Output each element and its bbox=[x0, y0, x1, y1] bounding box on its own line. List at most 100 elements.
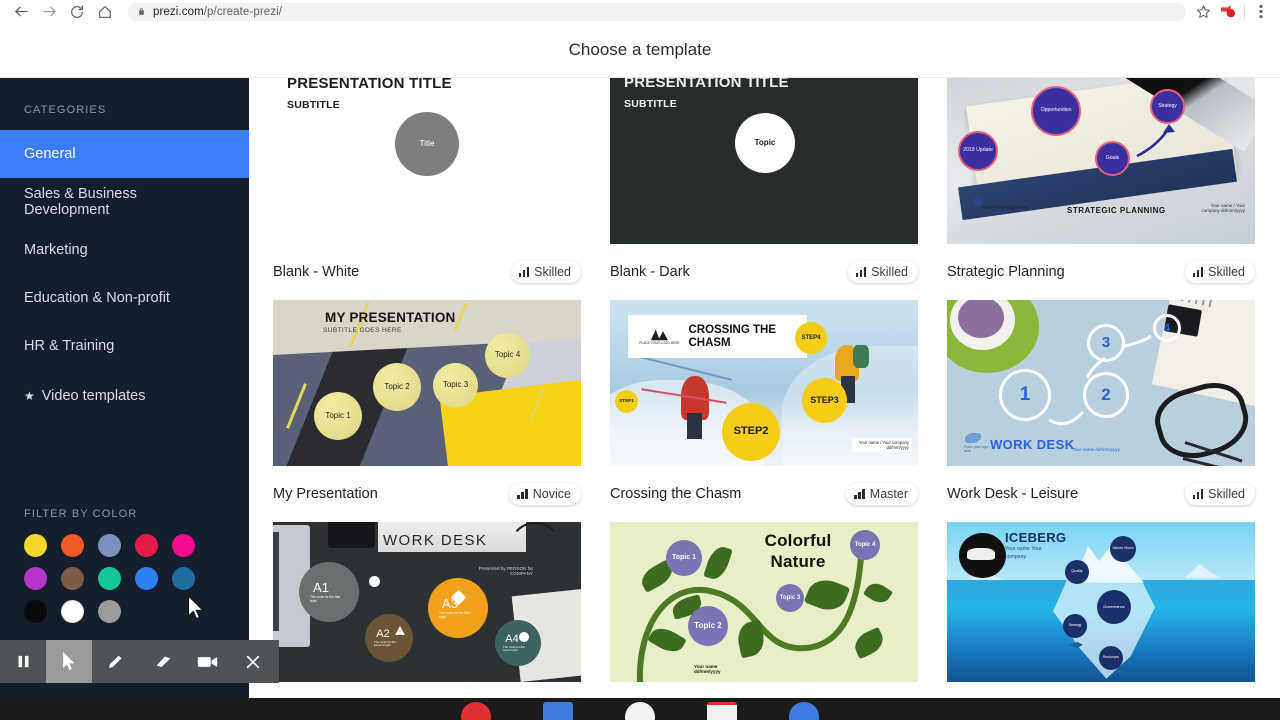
thumb-credit: Your name / Your company dd/mm/yyyy bbox=[852, 438, 912, 452]
app-icon-mail[interactable] bbox=[707, 702, 737, 720]
node-sub: The code for the second topic bbox=[374, 640, 396, 648]
sidebar: CATEGORIES General Sales & Business Deve… bbox=[0, 78, 249, 720]
address-bar[interactable]: prezi.com/p/create-prezi/ bbox=[128, 2, 1186, 21]
page-title: Choose a template bbox=[568, 40, 712, 59]
template-card[interactable]: PRESENTATION TITLE SUBTITLE Topic Blank … bbox=[610, 78, 918, 300]
scroll-gutter bbox=[1275, 78, 1280, 720]
logo-placeholder-icon bbox=[973, 196, 983, 206]
cursor-button[interactable] bbox=[46, 640, 92, 683]
template-card[interactable]: 2019 Update Opportunities Goals Strategy… bbox=[947, 78, 1255, 300]
url-path: /p/create-prezi/ bbox=[203, 5, 283, 18]
thumb-heading: PRESENTATION TITLE bbox=[287, 78, 452, 92]
thumb-heading: WORK DESK bbox=[383, 532, 488, 549]
os-taskbar bbox=[0, 698, 1280, 720]
color-swatch-crimson[interactable] bbox=[135, 534, 158, 557]
sidebar-item-education-nonprofit[interactable]: Education & Non-profit bbox=[0, 274, 249, 322]
reload-icon[interactable] bbox=[64, 1, 90, 23]
thumb-node: Topic 4 bbox=[850, 530, 880, 560]
skill-bars-icon bbox=[854, 489, 865, 499]
cursor-arrow-icon bbox=[62, 652, 74, 670]
thumb-node: 3 bbox=[1087, 324, 1125, 362]
template-title: Blank - Dark bbox=[610, 264, 690, 280]
thumb-node: STEP4 bbox=[795, 322, 827, 354]
app-icon-red[interactable] bbox=[461, 702, 491, 720]
color-swatch-gray[interactable] bbox=[98, 600, 121, 623]
color-swatch-brown[interactable] bbox=[61, 567, 84, 590]
app-body: CATEGORIES General Sales & Business Deve… bbox=[0, 78, 1280, 720]
color-swatch-yellow[interactable] bbox=[24, 534, 47, 557]
app-icon-blue-doc[interactable] bbox=[543, 702, 573, 720]
template-thumbnail-work-desk-leisure[interactable]: 1 2 3 4 WORK DESK Place your logo here Y… bbox=[947, 300, 1255, 466]
template-thumbnail-iceberg[interactable]: ICEBERG Your name Your company Values Vi… bbox=[947, 522, 1255, 682]
sidebar-item-label: Marketing bbox=[24, 242, 88, 258]
climber-red-legs bbox=[687, 412, 703, 440]
app-icon-white[interactable] bbox=[625, 702, 655, 720]
template-grid-area[interactable]: PRESENTATION TITLE SUBTITLE Title Blank … bbox=[249, 78, 1280, 720]
lock-icon bbox=[139, 8, 144, 15]
pencil-icon bbox=[108, 655, 121, 668]
pencil-button[interactable] bbox=[92, 640, 138, 683]
record-video-button[interactable] bbox=[184, 640, 230, 683]
template-card[interactable]: 1 2 3 4 WORK DESK Place your logo here Y… bbox=[947, 300, 1255, 522]
sidebar-item-hr-training[interactable]: HR & Training bbox=[0, 322, 249, 370]
template-thumbnail-work-desk[interactable]: WORK DESK Presented by PERSON for COMPAN… bbox=[273, 522, 581, 682]
thumb-node: Governance bbox=[1097, 590, 1131, 624]
template-card[interactable]: PRESENTATION TITLE SUBTITLE Title Blank … bbox=[273, 78, 581, 300]
circle-marker-icon bbox=[369, 576, 380, 587]
skill-bars-icon bbox=[1192, 267, 1204, 277]
color-swatch-blue[interactable] bbox=[135, 567, 158, 590]
sidebar-item-video-templates[interactable]: ★ Video templates bbox=[0, 372, 249, 420]
bookmark-star-icon[interactable] bbox=[1194, 3, 1212, 21]
template-card[interactable]: WORK DESK Presented by PERSON for COMPAN… bbox=[273, 522, 581, 720]
back-arrow-icon[interactable] bbox=[8, 1, 34, 23]
color-swatch-white[interactable] bbox=[61, 600, 84, 623]
color-swatch-black[interactable] bbox=[24, 600, 47, 623]
pause-button[interactable] bbox=[0, 640, 46, 683]
template-card[interactable]: MY PRESENTATION SUBTITLE GOES HERE Topic… bbox=[273, 300, 581, 522]
thumb-subtitle: SUBTITLE bbox=[287, 99, 340, 111]
thumb-node: Quality bbox=[1065, 560, 1089, 584]
template-thumbnail-blank-dark[interactable]: PRESENTATION TITLE SUBTITLE Topic bbox=[610, 78, 918, 244]
thumb-logo-text: PLACE YOUR LOGO HERE bbox=[639, 340, 680, 345]
sidebar-item-general[interactable]: General bbox=[0, 130, 249, 178]
thumb-node: 2 bbox=[1083, 372, 1129, 418]
template-card[interactable]: Colorful Nature Topic 1 Topic 2 Topic 3 … bbox=[610, 522, 918, 720]
template-card[interactable]: PLACE YOUR LOGO HERE CROSSING THE CHASM … bbox=[610, 300, 918, 522]
close-button[interactable] bbox=[230, 640, 276, 683]
color-swatch-magenta[interactable] bbox=[172, 534, 195, 557]
template-thumbnail-crossing-the-chasm[interactable]: PLACE YOUR LOGO HERE CROSSING THE CHASM … bbox=[610, 300, 918, 466]
thumb-logo-text: Place your logo here bbox=[964, 445, 989, 453]
thumb-subtitle: Your name Your company bbox=[1005, 546, 1042, 560]
video-camera-icon bbox=[197, 656, 217, 667]
thumb-node: A2 The code for the second topic bbox=[365, 614, 413, 662]
card-footer: Crossing the Chasm Master bbox=[610, 466, 918, 522]
sidebar-item-label: HR & Training bbox=[24, 338, 115, 354]
sidebar-item-marketing[interactable]: Marketing bbox=[0, 226, 249, 274]
thumb-node: Topic 2 bbox=[688, 606, 728, 646]
three-dot-menu-icon[interactable] bbox=[1252, 3, 1270, 21]
sidebar-item-sales-business-development[interactable]: Sales & Business Development bbox=[0, 178, 249, 226]
thumb-node: Title bbox=[395, 112, 459, 176]
home-icon[interactable] bbox=[92, 1, 118, 23]
screen-recorder-extension-icon[interactable] bbox=[1219, 3, 1237, 21]
sidebar-item-label: General bbox=[24, 146, 76, 162]
eraser-button[interactable] bbox=[138, 640, 184, 683]
template-grid: PRESENTATION TITLE SUBTITLE Title Blank … bbox=[273, 78, 1256, 720]
template-thumbnail-blank-white[interactable]: PRESENTATION TITLE SUBTITLE Title bbox=[273, 78, 581, 244]
card-footer: Blank - White Skilled bbox=[273, 244, 581, 300]
color-swatch-teal[interactable] bbox=[98, 567, 121, 590]
thumb-credit: Your name dd/mm/yyyy bbox=[694, 664, 721, 674]
template-thumbnail-strategic-planning[interactable]: 2019 Update Opportunities Goals Strategy… bbox=[947, 78, 1255, 244]
laptop-keys-graphic bbox=[273, 531, 280, 631]
color-swatch-orange[interactable] bbox=[61, 534, 84, 557]
template-card[interactable]: ICEBERG Your name Your company Values Vi… bbox=[947, 522, 1255, 720]
color-swatch-slate-blue[interactable] bbox=[98, 534, 121, 557]
template-thumbnail-colorful-nature[interactable]: Colorful Nature Topic 1 Topic 2 Topic 3 … bbox=[610, 522, 918, 682]
color-swatch-steel-blue[interactable] bbox=[172, 567, 195, 590]
app-icon-blue[interactable] bbox=[789, 702, 819, 720]
color-swatch-purple[interactable] bbox=[24, 567, 47, 590]
thumb-heading: MY PRESENTATION bbox=[325, 310, 456, 325]
template-thumbnail-my-presentation[interactable]: MY PRESENTATION SUBTITLE GOES HERE Topic… bbox=[273, 300, 581, 466]
forward-arrow-icon[interactable] bbox=[36, 1, 62, 23]
eraser-icon bbox=[156, 656, 170, 668]
